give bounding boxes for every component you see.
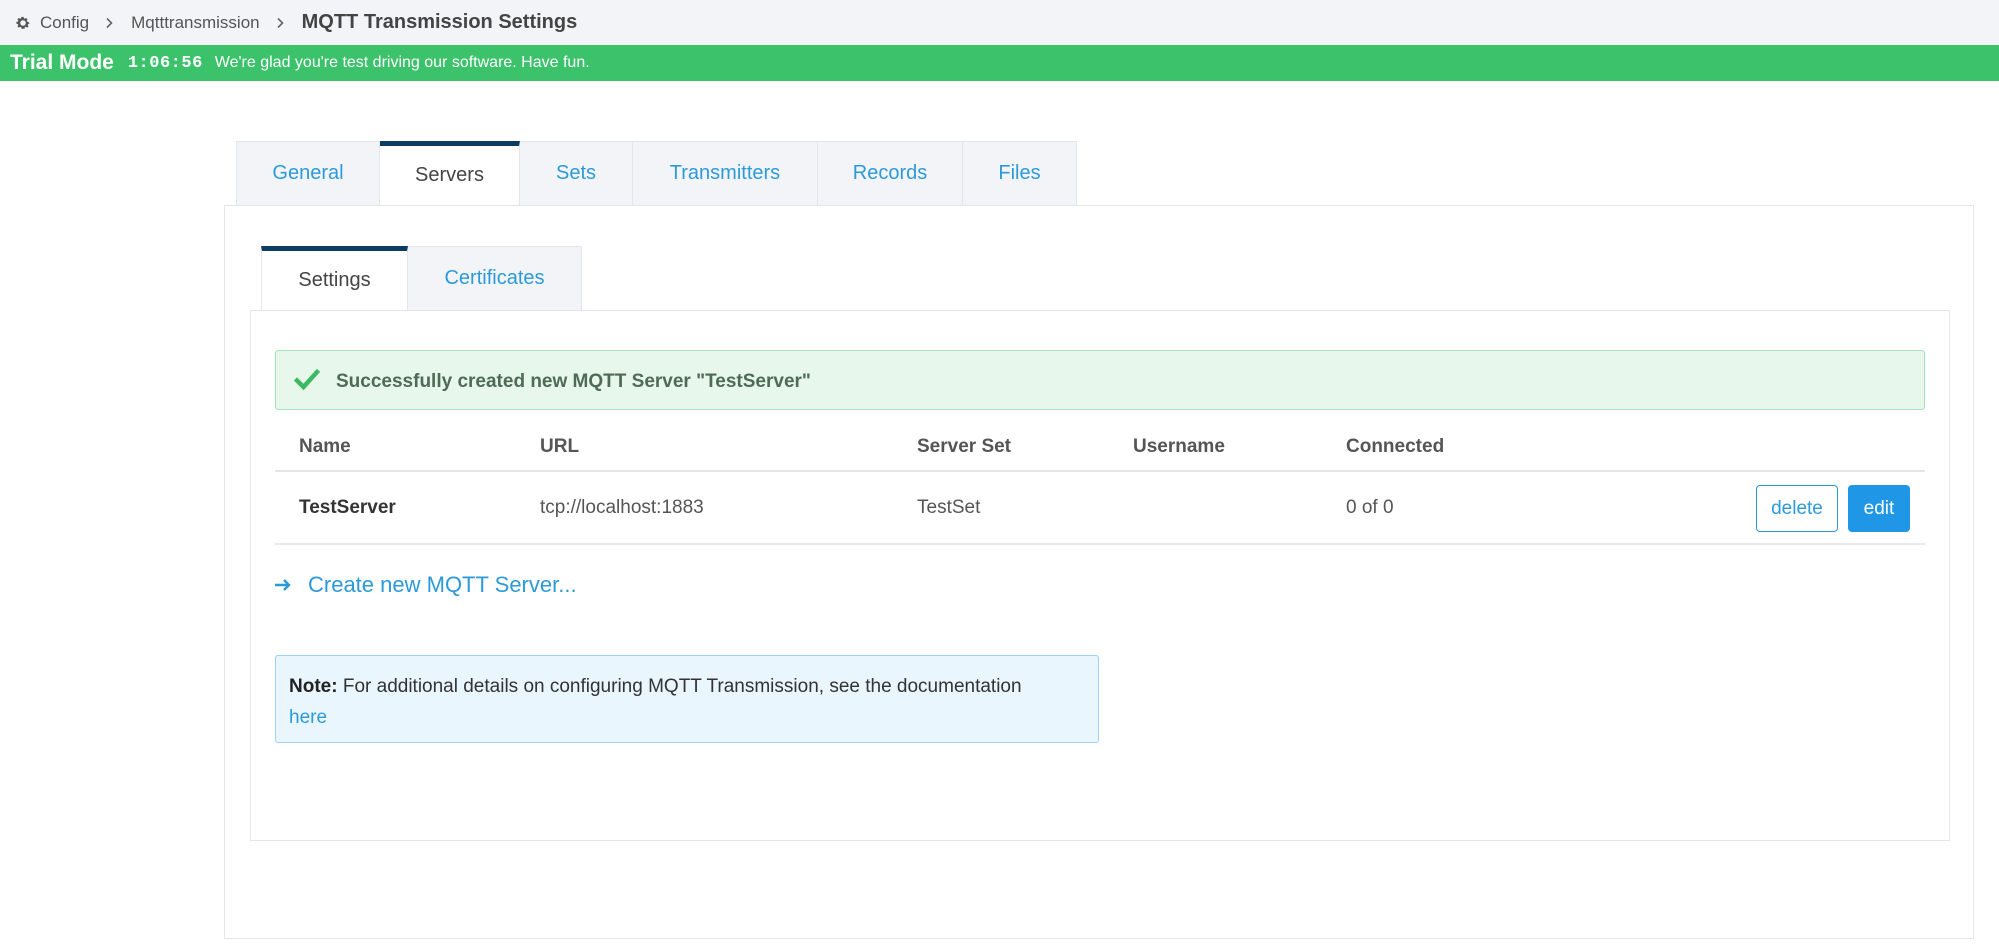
server-set: TestSet — [917, 496, 981, 518]
success-alert: Successfully created new MQTT Server "Te… — [275, 350, 1925, 410]
gear-icon — [15, 15, 31, 31]
tab-files[interactable]: Files — [963, 141, 1077, 206]
trial-timer: 1:06:56 — [127, 53, 203, 73]
arrow-right-icon — [274, 577, 292, 593]
table-header: Name URL Server Set Username Connected — [275, 424, 1925, 472]
alert-text: Successfully created new MQTT Server "Te… — [336, 371, 811, 392]
table-row: TestServer tcp://localhost:1883 TestSet … — [275, 472, 1925, 545]
trial-message: We're glad you're test driving our softw… — [214, 54, 590, 71]
checkmark-icon — [294, 367, 320, 393]
header-connected: Connected — [1346, 436, 1445, 457]
tab-settings[interactable]: Settings — [261, 246, 408, 311]
servers-table: Name URL Server Set Username Connected T… — [275, 424, 1925, 545]
header-username: Username — [1133, 436, 1225, 457]
main-tabs: General Servers Sets Transmitters Record… — [236, 141, 1077, 206]
note-text: For additional details on configuring MQ… — [342, 676, 1022, 697]
tab-transmitters[interactable]: Transmitters — [633, 141, 818, 206]
header-name: Name — [299, 436, 351, 457]
breadcrumb-mqtttransmission[interactable]: Mqtttransmission — [131, 13, 259, 33]
create-server-link[interactable]: Create new MQTT Server... — [274, 572, 577, 598]
create-server-label: Create new MQTT Server... — [308, 572, 577, 597]
tab-sets[interactable]: Sets — [520, 141, 633, 206]
trial-mode-label: Trial Mode — [10, 51, 114, 74]
note-label: Note: — [289, 676, 338, 697]
tab-general[interactable]: General — [236, 141, 380, 206]
page-title: MQTT Transmission Settings — [301, 11, 578, 33]
header-server-set: Server Set — [917, 436, 1012, 457]
edit-button[interactable]: edit — [1848, 485, 1910, 532]
breadcrumb: Config Mqtttransmission MQTT Transmissio… — [0, 0, 1999, 45]
breadcrumb-config[interactable]: Config — [40, 13, 89, 33]
server-name: TestServer — [299, 496, 396, 518]
documentation-link[interactable]: here — [289, 707, 327, 728]
trial-banner: Trial Mode 1:06:56 We're glad you're tes… — [0, 45, 1999, 81]
tab-servers[interactable]: Servers — [380, 141, 520, 206]
chevron-right-icon — [103, 17, 115, 29]
delete-button[interactable]: delete — [1756, 485, 1838, 532]
sub-tabs: Settings Certificates — [261, 246, 582, 311]
tab-records[interactable]: Records — [818, 141, 963, 206]
header-url: URL — [540, 436, 580, 457]
server-url: tcp://localhost:1883 — [540, 496, 704, 518]
tab-certificates[interactable]: Certificates — [408, 246, 582, 311]
server-connected: 0 of 0 — [1346, 496, 1394, 518]
documentation-note: Note: For additional details on configur… — [275, 655, 1099, 743]
chevron-right-icon — [274, 17, 286, 29]
